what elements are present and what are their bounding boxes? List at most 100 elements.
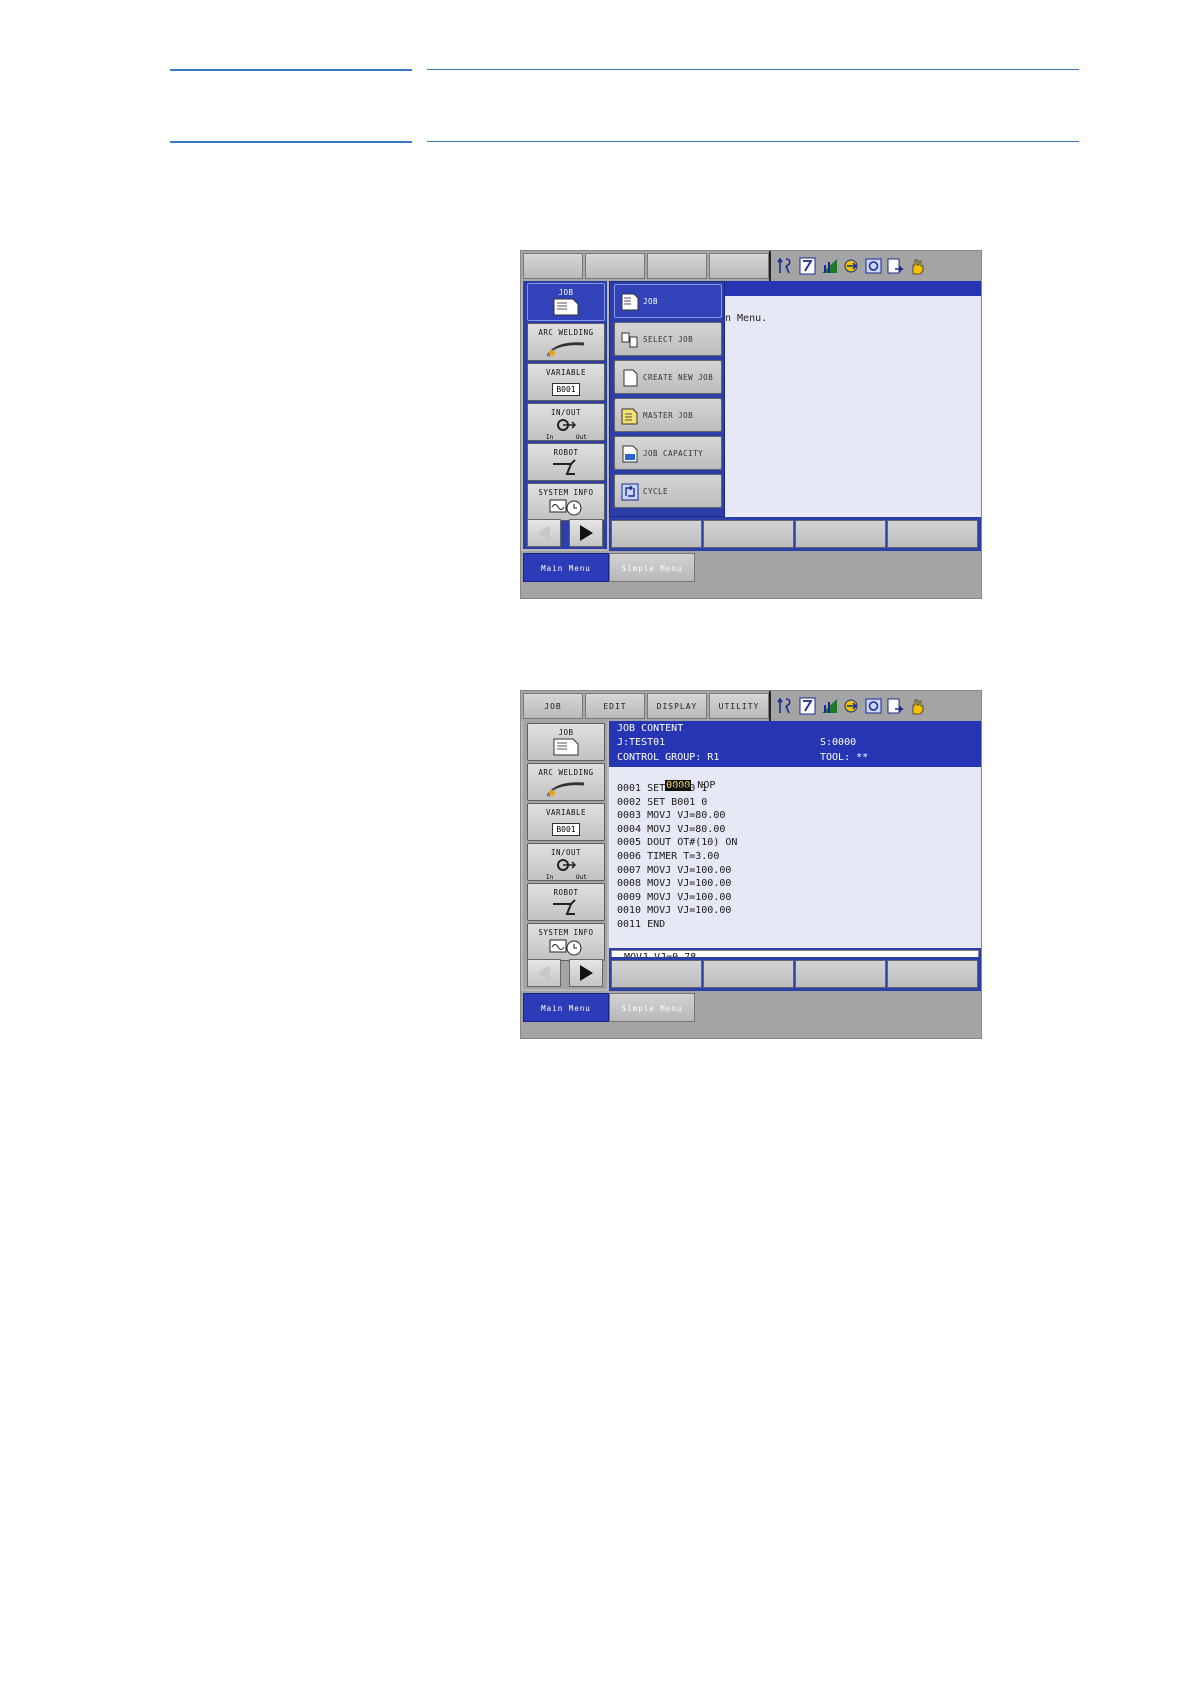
job-content-title: JOB CONTENT xyxy=(617,723,684,734)
main-menu-in-out-button[interactable]: IN/OUT In Out xyxy=(527,403,605,441)
job-line[interactable]: 0008 MOVJ VJ=100.00 xyxy=(617,878,731,889)
soft-key-2[interactable] xyxy=(703,960,794,988)
main-menu-variable-button[interactable]: VARIABLE B001 xyxy=(527,803,605,841)
main-menu-variable-label: VARIABLE xyxy=(545,808,587,817)
main-menu-job-button[interactable]: JOB xyxy=(527,283,605,321)
job-line[interactable]: 0002 SET B001 0 xyxy=(617,797,707,808)
master-job-icon xyxy=(621,408,638,425)
soft-key-row xyxy=(609,517,981,551)
main-menu-arc-welding-button[interactable]: ARC WELDING xyxy=(527,763,605,801)
main-menu-in-out-button[interactable]: IN/OUT In Out xyxy=(527,843,605,881)
step-number: S:0000 xyxy=(820,737,857,748)
main-menu-in-out-label: IN/OUT xyxy=(550,848,582,857)
pulldown-master-job-label: MASTER JOB xyxy=(643,411,694,420)
teach-mode-icon xyxy=(865,698,882,714)
pulldown-create-new-job[interactable]: CREATE NEW JOB xyxy=(614,360,722,394)
header-rule-left-top xyxy=(170,69,412,71)
cycle-icon xyxy=(621,483,639,501)
main-menu-robot-label: ROBOT xyxy=(553,448,579,457)
job-capacity-icon xyxy=(622,445,638,463)
main-menu-robot-button[interactable]: ROBOT xyxy=(527,883,605,921)
simple-menu-tab[interactable]: Simple Menu xyxy=(609,553,695,582)
job-line[interactable]: 0011 END xyxy=(617,919,665,930)
soft-key-3[interactable] xyxy=(795,960,886,988)
top-menu-utility[interactable]: UTILITY xyxy=(709,693,769,719)
top-menu-edit[interactable]: EDIT xyxy=(585,693,645,719)
top-menu-display[interactable]: DISPLAY xyxy=(647,693,707,719)
robot-arm-icon xyxy=(553,899,576,915)
job-line[interactable]: 0004 MOVJ VJ=80.00 xyxy=(617,824,725,835)
main-menu-arc-welding-label: ARC WELDING xyxy=(538,768,594,777)
main-menu-variable-label: VARIABLE xyxy=(545,368,587,377)
in-out-in-label: In xyxy=(546,874,554,881)
top-menu-button-1[interactable] xyxy=(523,253,583,279)
simple-menu-tab[interactable]: Simple Menu xyxy=(609,993,695,1022)
soft-key-4[interactable] xyxy=(887,960,978,988)
top-menu-button-3[interactable] xyxy=(647,253,707,279)
job-line[interactable]: 0003 MOVJ VJ=80.00 xyxy=(617,810,725,821)
top-menu-bar: JOB EDIT DISPLAY UTILITY xyxy=(521,691,981,721)
arc-welding-torch-icon xyxy=(546,342,585,357)
tool-number: TOOL: ** xyxy=(820,752,869,763)
hand-icon xyxy=(912,259,924,275)
main-menu-job-label: JOB xyxy=(558,728,574,737)
pulldown-select-job[interactable]: SELECT JOB xyxy=(614,322,722,356)
menu-prev-button[interactable] xyxy=(527,959,561,987)
main-menu-tab[interactable]: Main Menu xyxy=(523,993,609,1022)
pulldown-master-job[interactable]: MASTER JOB xyxy=(614,398,722,432)
job-line[interactable]: 0009 MOVJ VJ=100.00 xyxy=(617,892,731,903)
job-line[interactable]: 0010 MOVJ VJ=100.00 xyxy=(617,905,731,916)
top-menu-button-4[interactable] xyxy=(709,253,769,279)
in-out-icon xyxy=(557,859,577,871)
status-icon-bar xyxy=(769,251,981,281)
bottom-menu-bar: Main Menu Simple Menu xyxy=(521,551,981,598)
security-level-icon xyxy=(822,259,837,273)
job-line[interactable]: 0005 DOUT OT#(10) ON xyxy=(617,837,737,848)
variable-b001-icon: B001 xyxy=(552,823,580,836)
soft-key-1[interactable] xyxy=(611,520,702,548)
soft-key-2[interactable] xyxy=(703,520,794,548)
menu-prev-button[interactable] xyxy=(527,519,561,547)
main-menu-robot-label: ROBOT xyxy=(553,888,579,897)
main-menu-robot-button[interactable]: ROBOT xyxy=(527,443,605,481)
servo-status-icon xyxy=(887,698,904,714)
new-document-icon xyxy=(623,369,638,387)
menu-next-button[interactable] xyxy=(569,519,603,547)
pulldown-job-capacity-label: JOB CAPACITY xyxy=(643,449,704,458)
message-text: n Menu. xyxy=(725,313,768,324)
job-pulldown-menu: JOB SELECT JOB CREATE NEW JOB MASTER JOB… xyxy=(609,281,725,517)
pendant-screen-job-content: JOB EDIT DISPLAY UTILITY JOB ARC WELDING… xyxy=(520,690,982,1039)
main-menu-arc-welding-button[interactable]: ARC WELDING xyxy=(527,323,605,361)
job-line[interactable]: 0001 SET B000 1 xyxy=(617,783,707,794)
right-arrow-icon xyxy=(580,965,593,981)
robot-arm-icon xyxy=(553,459,576,475)
cycle-icon xyxy=(844,259,858,273)
job-listing[interactable]: 0000 NOP 0001 SET B000 1 0002 SET B001 00… xyxy=(609,767,981,948)
main-menu-tab[interactable]: Main Menu xyxy=(523,553,609,582)
main-menu-system-info-button[interactable]: SYSTEM INFO xyxy=(527,483,605,521)
job-content-area: JOB CONTENT J:TEST01 S:0000 CONTROL GROU… xyxy=(609,721,981,966)
soft-key-1[interactable] xyxy=(611,960,702,988)
pulldown-cycle[interactable]: CYCLE xyxy=(614,474,722,508)
control-group: CONTROL GROUP: R1 xyxy=(617,752,720,763)
in-out-out-label: Out xyxy=(576,874,587,881)
left-arrow-icon xyxy=(537,965,550,981)
soft-key-4[interactable] xyxy=(887,520,978,548)
coordinate-icon xyxy=(777,697,791,714)
top-menu-button-2[interactable] xyxy=(585,253,645,279)
in-out-out-label: Out xyxy=(576,434,587,441)
security-level-icon xyxy=(822,699,837,713)
pulldown-job-capacity[interactable]: JOB CAPACITY xyxy=(614,436,722,470)
soft-key-3[interactable] xyxy=(795,520,886,548)
pulldown-create-new-job-label: CREATE NEW JOB xyxy=(643,373,714,382)
main-menu-job-label: JOB xyxy=(558,288,574,297)
main-menu-job-button[interactable]: JOB xyxy=(527,723,605,761)
job-line[interactable]: 0006 TIMER T=3.00 xyxy=(617,851,719,862)
top-menu-job[interactable]: JOB xyxy=(523,693,583,719)
top-menu-bar xyxy=(521,251,981,281)
main-menu-system-info-button[interactable]: SYSTEM INFO xyxy=(527,923,605,961)
job-line[interactable]: 0007 MOVJ VJ=100.00 xyxy=(617,865,731,876)
menu-next-button[interactable] xyxy=(569,959,603,987)
pulldown-job[interactable]: JOB xyxy=(614,284,722,318)
main-menu-variable-button[interactable]: VARIABLE B001 xyxy=(527,363,605,401)
